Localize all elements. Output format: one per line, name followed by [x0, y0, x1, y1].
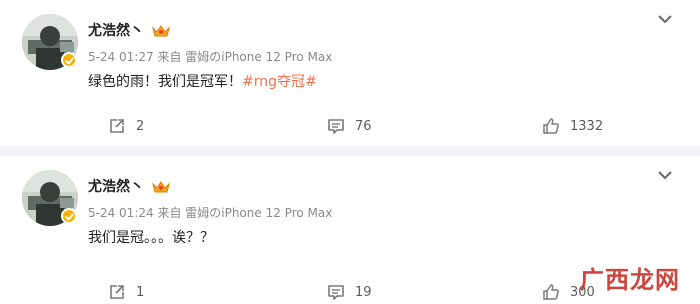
verified-badge-icon [61, 52, 77, 68]
weibo-post: 尤浩然丶 5-24 01:27 来自 雷姆のiPhone 12 Pro Max … [0, 0, 700, 146]
post-meta: 5-24 01:24 来自 雷姆のiPhone 12 Pro Max [88, 206, 333, 220]
repost-count: 2 [136, 118, 145, 134]
comment-button[interactable]: 19 [327, 282, 372, 302]
post-text: 我们是冠。。。诶？？ [88, 229, 214, 247]
repost-button[interactable]: 2 [108, 116, 144, 136]
comment-icon [328, 285, 344, 300]
verified-badge-icon [61, 208, 77, 224]
repost-button[interactable]: 1 [108, 282, 144, 302]
repost-icon [110, 285, 124, 299]
post-text: 绿色的雨！我们是冠军！#rng夺冠# [88, 73, 317, 91]
post-meta: 5-24 01:27 来自 雷姆のiPhone 12 Pro Max [88, 50, 333, 64]
watermark-text: 广西龙网 [580, 266, 680, 294]
author-name[interactable]: 尤浩然丶 [88, 23, 144, 39]
like-icon [543, 118, 559, 134]
comment-button[interactable]: 76 [327, 116, 372, 136]
repost-icon [110, 119, 124, 133]
vip-crown-icon[interactable] [152, 180, 170, 194]
vip-crown-icon[interactable] [152, 24, 170, 38]
chevron-down-icon[interactable] [657, 170, 673, 180]
chevron-down-icon[interactable] [657, 14, 673, 24]
watermark-logo: 广西龙网 [570, 258, 694, 298]
like-button[interactable]: 1332 [542, 116, 603, 136]
like-count: 1332 [570, 118, 604, 134]
post-body: 绿色的雨！我们是冠军！ [88, 74, 242, 90]
comment-count: 19 [355, 284, 372, 300]
post-actions: 2 76 1332 [0, 116, 700, 136]
comment-count: 76 [355, 118, 372, 134]
like-icon [543, 284, 559, 300]
repost-count: 1 [136, 284, 145, 300]
author-name[interactable]: 尤浩然丶 [88, 179, 144, 195]
hashtag-link[interactable]: #rng夺冠# [242, 74, 317, 90]
comment-icon [328, 119, 344, 134]
post-body: 我们是冠。。。诶？？ [88, 230, 214, 246]
